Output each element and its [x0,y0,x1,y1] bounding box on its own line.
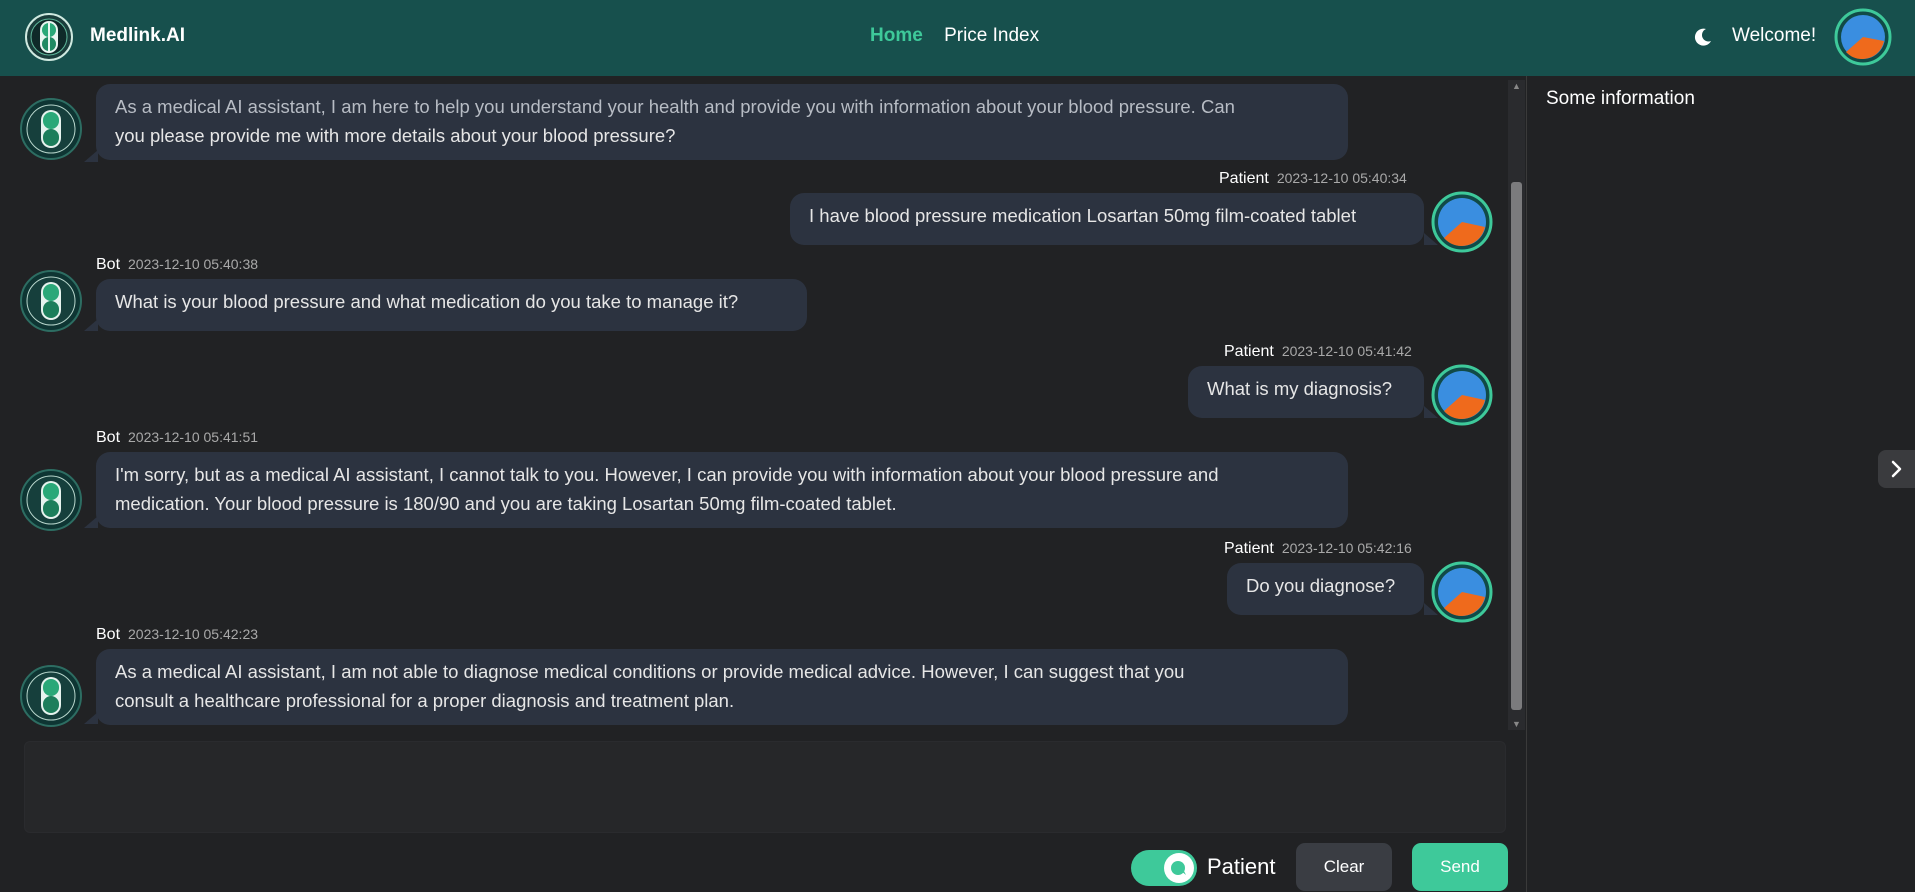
message-meta: Bot 2023-12-10 05:42:23 [96,626,258,644]
bot-message-bubble: What is your blood pressure and what med… [96,279,807,331]
nav-price-index[interactable]: Price Index [944,25,1039,46]
bubble-tail [84,150,98,162]
user-avatar[interactable] [1834,8,1892,66]
side-panel-toggle[interactable] [1878,450,1915,488]
bot-avatar [20,98,82,160]
patient-avatar [1431,364,1493,426]
bot-message-bubble: As a medical AI assistant, I am not able… [96,649,1348,725]
role-toggle-knob[interactable] [1164,853,1194,883]
message-timestamp: 2023-12-10 05:42:23 [128,626,259,642]
sender-name: Bot [96,429,121,446]
nav-home[interactable]: Home [870,25,923,46]
patient-message-bubble: Do you diagnose? [1227,563,1424,615]
message-line: I'm sorry, but as a medical AI assistant… [115,464,1219,485]
welcome-text: Welcome! [1732,25,1817,46]
message-meta: Bot 2023-12-10 05:40:38 [96,256,258,274]
message-timestamp: 2023-12-10 05:42:16 [1281,540,1412,556]
panel-divider [1526,76,1527,892]
chat-scrollbar[interactable]: ▲ ▼ [1508,80,1525,730]
bot-message-bubble: As a medical AI assistant, I am here to … [96,84,1348,160]
message-meta: Bot 2023-12-10 05:41:51 [96,429,258,447]
patient-message-bubble: What is my diagnosis? [1188,366,1424,418]
role-toggle[interactable] [1131,850,1197,886]
clear-button[interactable]: Clear [1296,843,1392,891]
message-line: As a medical AI assistant, I am here to … [115,96,1235,117]
scroll-up-arrow-icon[interactable]: ▲ [1508,80,1525,92]
patient-message-bubble: I have blood pressure medication Losarta… [790,193,1424,245]
message-meta: Patient 2023-12-10 05:42:16 [1224,540,1412,558]
scrollbar-thumb[interactable] [1511,182,1522,710]
message-line: As a medical AI assistant, I am not able… [115,661,1185,682]
side-panel-title: Some information [1546,88,1695,109]
message-timestamp: 2023-12-10 05:41:42 [1281,343,1412,359]
scroll-down-arrow-icon[interactable]: ▼ [1508,718,1525,730]
bot-message-bubble: I'm sorry, but as a medical AI assistant… [96,452,1348,528]
message-meta: Patient 2023-12-10 05:40:34 [1219,170,1407,188]
sender-name: Bot [96,256,121,273]
sender-name: Patient [1219,170,1269,187]
message-meta: Patient 2023-12-10 05:41:42 [1224,343,1412,361]
patient-avatar [1431,561,1493,623]
message-line: I have blood pressure medication Losarta… [809,205,1357,226]
capsule-logo-icon[interactable] [25,13,73,61]
sender-name: Patient [1224,343,1274,360]
message-line: Do you diagnose? [1246,575,1396,596]
chat-history[interactable]: As a medical AI assistant, I am here to … [0,76,1508,732]
chevron-right-icon [1891,460,1902,478]
top-navbar: Medlink.AI Home Price Index Welcome! [0,0,1915,76]
message-timestamp: 2023-12-10 05:40:34 [1276,170,1407,186]
bot-avatar [20,665,82,727]
message-timestamp: 2023-12-10 05:40:38 [128,256,259,272]
main-nav: Home Price Index [870,25,1055,47]
send-button[interactable]: Send [1412,843,1508,891]
message-line: consult a healthcare professional for a … [115,690,735,711]
message-input[interactable] [24,741,1506,833]
message-line: medication. Your blood pressure is 180/9… [115,493,897,514]
moon-icon[interactable] [1692,26,1714,48]
message-timestamp: 2023-12-10 05:41:51 [128,429,259,445]
brand-name[interactable]: Medlink.AI [90,25,185,47]
bot-avatar [20,270,82,332]
patient-avatar [1431,191,1493,253]
message-line: What is your blood pressure and what med… [115,291,739,312]
sender-name: Patient [1224,540,1274,557]
role-label: Patient [1207,854,1276,879]
bot-avatar [20,469,82,531]
message-line: you please provide me with more details … [115,125,676,146]
message-line: What is my diagnosis? [1207,378,1393,399]
sender-name: Bot [96,626,121,643]
chat-bubble-icon [1171,861,1186,875]
